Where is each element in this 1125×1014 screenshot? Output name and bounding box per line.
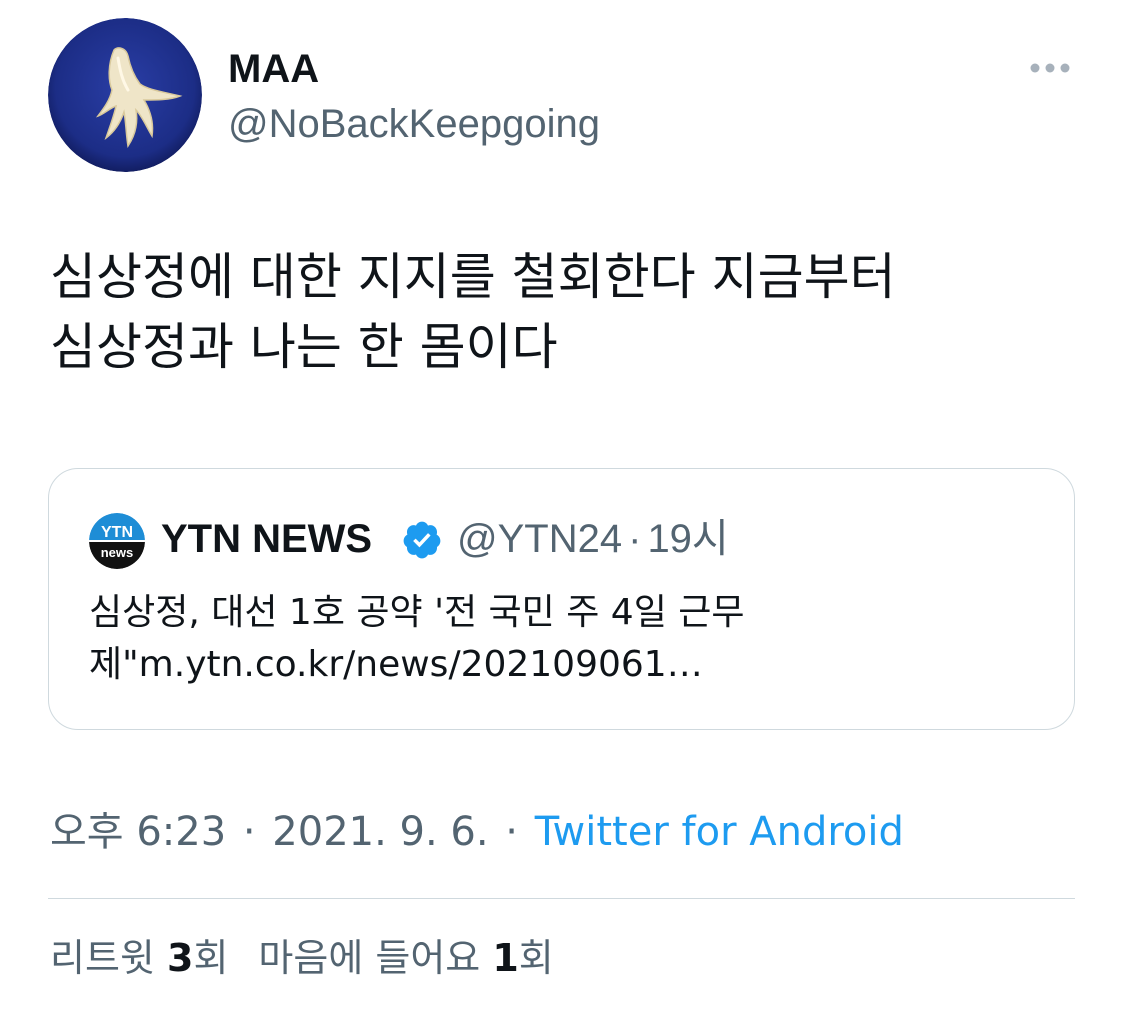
tweet-date[interactable]: 2021. 9. 6. (272, 809, 488, 855)
retweets-stat[interactable]: 리트윗 3회 (50, 936, 228, 980)
more-options-button[interactable] (1026, 50, 1074, 86)
tweet-text-line: 심상정과 나는 한 몸이다 (50, 318, 558, 376)
verified-badge-icon (403, 521, 441, 559)
tweet-text: 심상정에 대한 지지를 철회한다 지금부터 심상정과 나는 한 몸이다 (50, 242, 1080, 382)
author-handle[interactable]: @NoBackKeepgoing (228, 100, 600, 148)
quoted-text-line: 제"m.ytn.co.kr/news/202109061… (89, 644, 703, 685)
likes-suffix: 회 (518, 936, 554, 980)
ytn-logo-top-text: YTN (101, 524, 133, 541)
quoted-handle-time: @YTN24 · 19시 (457, 513, 729, 565)
more-horizontal-icon (1030, 63, 1070, 73)
likes-count: 1 (492, 936, 519, 980)
avatar[interactable] (48, 18, 202, 172)
quoted-avatar[interactable]: YTN news (89, 513, 145, 569)
tweet-meta: 오후 6:23 · 2021. 9. 6. · Twitter for Andr… (50, 806, 904, 858)
divider (48, 898, 1075, 899)
tweet-text-line: 심상정에 대한 지지를 철회한다 지금부터 (50, 248, 896, 306)
quoted-text: 심상정, 대선 1호 공약 '전 국민 주 4일 근무 제"m.ytn.co.k… (89, 587, 1039, 691)
tweet-stats: 리트윗 3회 마음에 들어요 1회 (50, 932, 554, 984)
retweets-label: 리트윗 (50, 936, 155, 980)
likes-label: 마음에 들어요 (258, 936, 481, 980)
retweets-suffix: 회 (193, 936, 229, 980)
quoted-handle[interactable]: @YTN24 (457, 517, 622, 561)
tweet-source-link[interactable]: Twitter for Android (535, 809, 904, 855)
likes-stat[interactable]: 마음에 들어요 1회 (258, 936, 553, 980)
author-display-name[interactable]: MAA (228, 46, 319, 92)
tweet-time[interactable]: 오후 6:23 (50, 809, 226, 855)
ytn-logo-bottom-text: news (101, 545, 134, 560)
meta-separator: · (505, 809, 519, 855)
meta-separator: · (242, 809, 256, 855)
retweets-count: 3 (166, 936, 194, 980)
bird-claw-sculpture-icon (48, 18, 202, 172)
quoted-tweet-card[interactable]: YTN news YTN NEWS @YTN24 · 19시 심상정, 대선 1호 … (48, 468, 1075, 730)
quoted-separator: · (628, 517, 642, 561)
quoted-display-name[interactable]: YTN NEWS (161, 513, 372, 565)
quoted-time[interactable]: 19시 (647, 517, 728, 561)
quoted-text-line: 심상정, 대선 1호 공약 '전 국민 주 4일 근무 (89, 592, 745, 633)
ytn-news-logo: YTN news (89, 513, 145, 569)
